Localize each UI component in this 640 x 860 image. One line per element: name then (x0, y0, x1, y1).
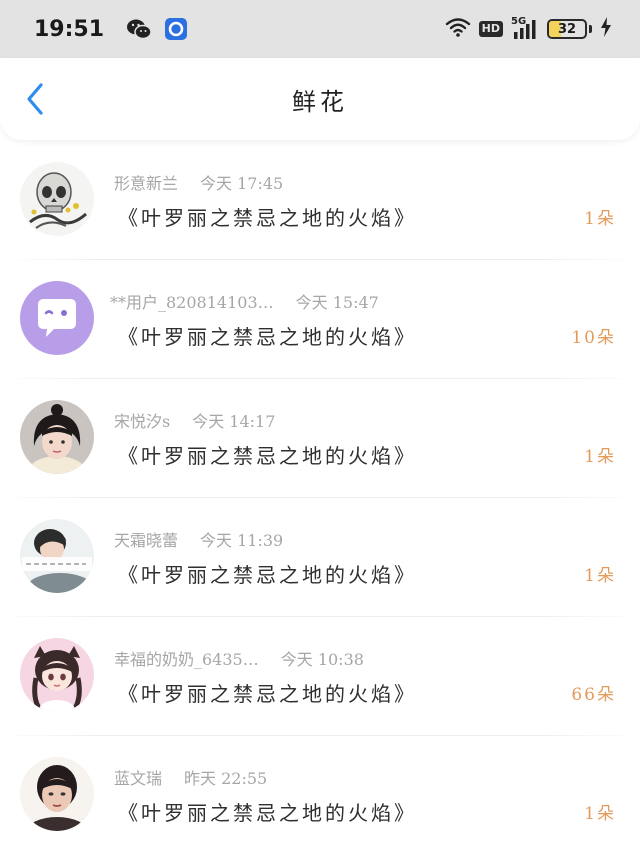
item-flower-count: 10朵 (571, 328, 616, 348)
page-header: 鲜花 (0, 58, 640, 140)
app-badge-icon (164, 17, 188, 41)
item-book-title: 《叶罗丽之禁忌之地的火焰》 (118, 206, 417, 230)
item-time: 昨天 22:55 (184, 769, 268, 788)
item-meta: 蓝文瑞 昨天 22:55 (114, 765, 267, 789)
wechat-icon (126, 17, 152, 41)
page-title: 鲜花 (292, 87, 348, 116)
item-time: 今天 11:39 (200, 531, 284, 550)
back-button[interactable] (18, 82, 52, 116)
flower-record-list: 形意新兰 今天 17:45 《叶罗丽之禁忌之地的火焰》 1朵 **用户_8208… (0, 140, 640, 854)
hd-icon: HD (478, 21, 503, 37)
item-username[interactable]: 宋悦汐s (114, 408, 170, 432)
battery-cap (589, 25, 592, 33)
item-time: 今天 17:45 (200, 174, 284, 193)
battery-icon: 32 (547, 19, 587, 39)
list-item[interactable]: 天霜晓蕾 今天 11:39 《叶罗丽之禁忌之地的火焰》 1朵 (0, 497, 640, 616)
girl-photo-avatar[interactable] (20, 400, 94, 474)
skull-avatar[interactable] (20, 162, 94, 236)
charging-icon (600, 17, 612, 41)
status-right: HD 5G 32 (445, 16, 612, 41)
item-username[interactable]: 幸福的奶奶_6435… (114, 646, 259, 670)
boy-photo-avatar[interactable] (20, 519, 94, 593)
battery-level: 32 (557, 21, 577, 37)
list-item[interactable]: 形意新兰 今天 17:45 《叶罗丽之禁忌之地的火焰》 1朵 (0, 140, 640, 259)
chat-bubble-avatar[interactable] (20, 281, 94, 355)
item-flower-count: 1朵 (584, 447, 616, 467)
list-item[interactable]: 宋悦汐s 今天 14:17 《叶罗丽之禁忌之地的火焰》 1朵 (0, 378, 640, 497)
status-time: 19:51 (34, 16, 105, 42)
status-left: 19:51 (34, 17, 188, 42)
anime-girl-avatar[interactable] (20, 638, 94, 712)
item-book-title: 《叶罗丽之禁忌之地的火焰》 (118, 444, 417, 468)
item-book-title: 《叶罗丽之禁忌之地的火焰》 (118, 563, 417, 587)
chevron-left-icon (27, 83, 43, 115)
item-book-title: 《叶罗丽之禁忌之地的火焰》 (118, 682, 417, 706)
item-username[interactable]: 形意新兰 (114, 170, 178, 194)
list-item[interactable]: 幸福的奶奶_6435… 今天 10:38 《叶罗丽之禁忌之地的火焰》 66朵 (0, 616, 640, 735)
list-item[interactable]: **用户_820814103… 今天 15:47 《叶罗丽之禁忌之地的火焰》 1… (0, 259, 640, 378)
item-flower-count: 66朵 (571, 685, 616, 705)
item-username[interactable]: 天霜晓蕾 (114, 527, 178, 551)
item-meta: **用户_820814103… 今天 15:47 (110, 289, 379, 313)
item-username[interactable]: 蓝文瑞 (114, 765, 162, 789)
signal-5g-icon: 5G (511, 16, 539, 40)
item-book-title: 《叶罗丽之禁忌之地的火焰》 (118, 325, 417, 349)
item-username[interactable]: **用户_820814103… (110, 289, 274, 313)
woman-photo-avatar[interactable] (20, 757, 94, 831)
item-meta: 幸福的奶奶_6435… 今天 10:38 (114, 646, 364, 670)
item-time: 今天 15:47 (295, 293, 379, 312)
item-meta: 天霜晓蕾 今天 11:39 (114, 527, 283, 551)
item-time: 今天 10:38 (280, 650, 364, 669)
item-meta: 形意新兰 今天 17:45 (114, 170, 283, 194)
list-item[interactable]: 蓝文瑞 昨天 22:55 《叶罗丽之禁忌之地的火焰》 1朵 (0, 735, 640, 854)
item-flower-count: 1朵 (584, 209, 616, 229)
item-meta: 宋悦汐s 今天 14:17 (114, 408, 275, 432)
item-flower-count: 1朵 (584, 566, 616, 586)
wifi-icon (445, 17, 471, 41)
item-time: 今天 14:17 (192, 412, 276, 431)
item-book-title: 《叶罗丽之禁忌之地的火焰》 (118, 801, 417, 825)
status-bar: 19:51 HD 5G 32 (0, 0, 640, 58)
item-flower-count: 1朵 (584, 804, 616, 824)
